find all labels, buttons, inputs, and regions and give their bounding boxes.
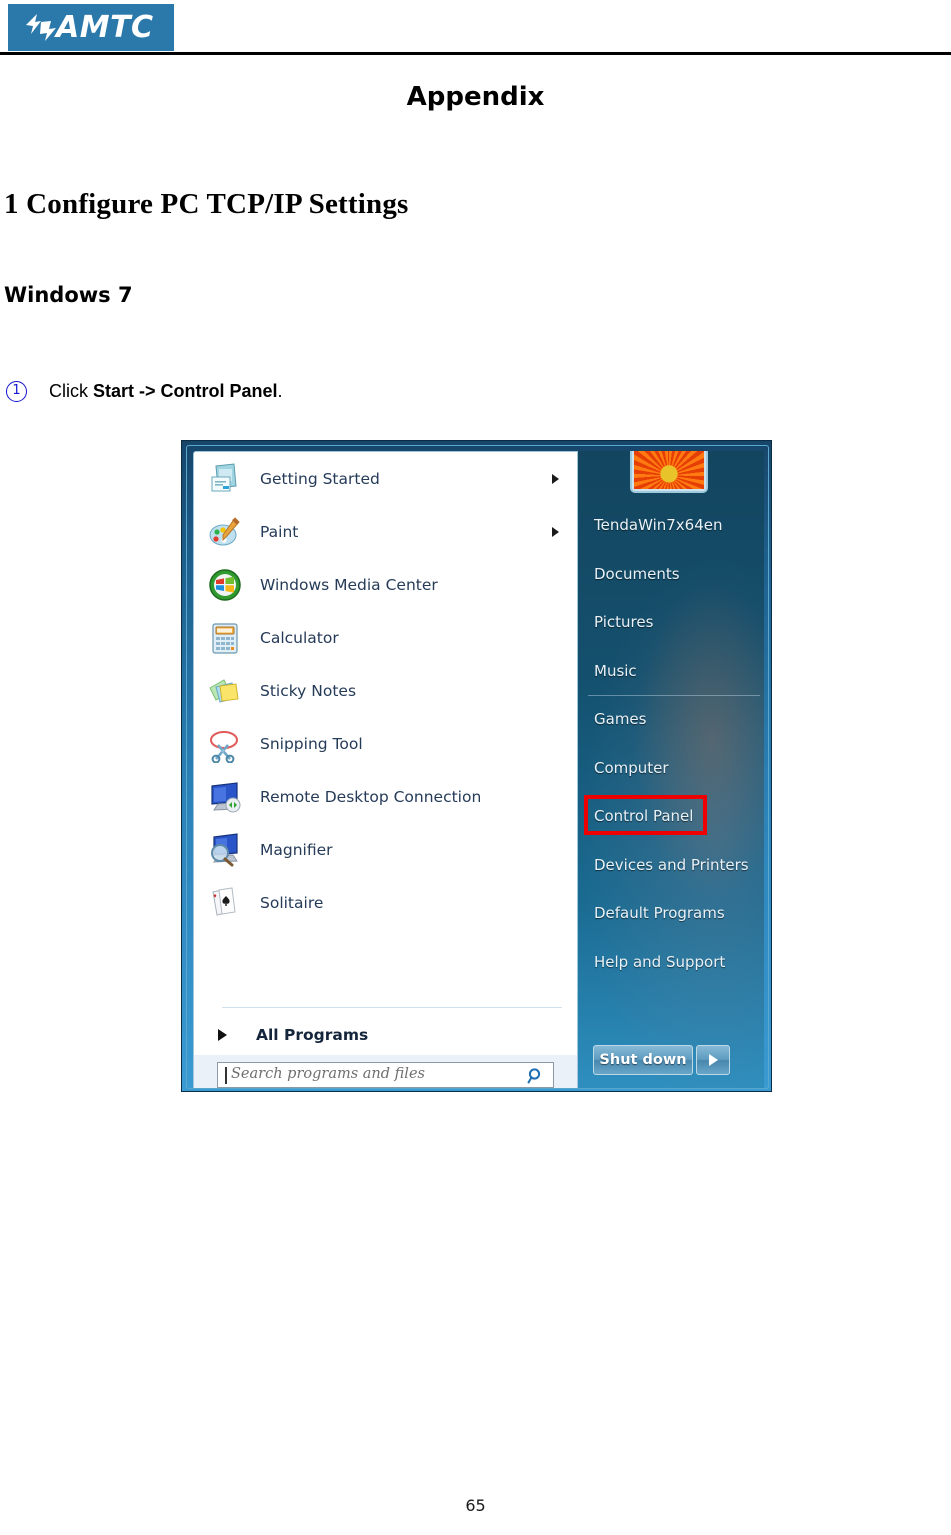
start-menu-right-item-computer[interactable]: Computer — [578, 744, 764, 793]
sticky-notes-icon — [206, 672, 244, 710]
start-menu-program-list: Getting Started Paint Windows Media Cent… — [194, 452, 577, 992]
step-text-prefix: Click — [49, 381, 93, 401]
start-menu-right-item-default-programs[interactable]: Default Programs — [578, 889, 764, 938]
amtc-logo-mark-icon — [24, 13, 58, 43]
snipping-tool-icon — [206, 725, 244, 763]
start-menu-right-item-label: Games — [594, 710, 647, 729]
page-header: AMTC — [0, 0, 951, 56]
magnifier-icon — [206, 831, 244, 869]
start-menu-item-label: Paint — [260, 522, 299, 541]
all-programs-label: All Programs — [256, 1026, 369, 1044]
text-caret — [225, 1067, 227, 1084]
start-menu-item-label: Remote Desktop Connection — [260, 787, 482, 806]
paint-icon — [206, 513, 244, 551]
start-menu-item-label: Magnifier — [260, 840, 333, 859]
start-menu-inner: Getting Started Paint Windows Media Cent… — [186, 445, 769, 1089]
start-menu-places-list: TendaWin7x64en Documents Pictures Music … — [578, 501, 764, 986]
start-menu-item-label: Solitaire — [260, 893, 324, 912]
header-divider — [0, 52, 951, 55]
getting-started-icon — [206, 460, 244, 498]
start-menu-search-strip: Search programs and files — [193, 1055, 578, 1088]
start-menu-item-paint[interactable]: Paint — [194, 505, 577, 558]
start-menu-item-label: Getting Started — [260, 469, 380, 488]
control-panel-highlight-box — [584, 795, 707, 835]
start-menu-item-sticky-notes[interactable]: Sticky Notes — [194, 664, 577, 717]
start-menu-left-panel: Getting Started Paint Windows Media Cent… — [193, 451, 578, 1061]
search-placeholder: Search programs and files — [231, 1066, 425, 1082]
solitaire-icon — [206, 884, 244, 922]
start-menu-frame: Getting Started Paint Windows Media Cent… — [181, 440, 772, 1092]
section-heading: 1 Configure PC TCP/IP Settings — [4, 188, 409, 220]
start-menu-right-panel: TendaWin7x64en Documents Pictures Music … — [578, 451, 764, 1088]
start-menu-right-item-music[interactable]: Music — [578, 647, 764, 696]
page-number: 65 — [465, 1496, 486, 1515]
start-menu-right-item-documents[interactable]: Documents — [578, 550, 764, 599]
windows-media-center-icon — [206, 566, 244, 604]
start-menu-item-getting-started[interactable]: Getting Started — [194, 452, 577, 505]
chevron-right-icon — [552, 473, 559, 484]
shutdown-control: Shut down — [593, 1045, 730, 1075]
start-menu-right-item-devices-and-printers[interactable]: Devices and Printers — [578, 841, 764, 890]
user-avatar[interactable] — [630, 451, 708, 493]
start-menu-item-label: Calculator — [260, 628, 339, 647]
remote-desktop-icon — [206, 778, 244, 816]
step-one: 1 Click Start -> Control Panel. — [6, 381, 283, 402]
start-menu-item-solitaire[interactable]: Solitaire — [194, 876, 577, 929]
subsection-heading: Windows 7 — [4, 283, 133, 307]
calculator-icon — [206, 619, 244, 657]
start-menu-item-label: Snipping Tool — [260, 734, 363, 753]
start-menu-item-snipping-tool[interactable]: Snipping Tool — [194, 717, 577, 770]
start-menu-item-label: Sticky Notes — [260, 681, 357, 700]
start-menu-right-item-label: Help and Support — [594, 952, 726, 971]
page-title: Appendix — [406, 82, 545, 112]
start-menu-right-item-games[interactable]: Games — [578, 695, 764, 744]
start-menu-right-item-label: Documents — [594, 564, 680, 583]
start-menu-item-magnifier[interactable]: Magnifier — [194, 823, 577, 876]
search-icon[interactable] — [527, 1067, 545, 1085]
start-menu-right-item-help-and-support[interactable]: Help and Support — [578, 938, 764, 987]
start-menu-screenshot: Getting Started Paint Windows Media Cent… — [181, 440, 772, 1092]
user-name-label: TendaWin7x64en — [594, 516, 723, 535]
start-menu-right-item-label: Devices and Printers — [594, 855, 749, 874]
start-menu-right-item-label: Computer — [594, 758, 669, 777]
sunburst-avatar-image — [634, 451, 704, 489]
start-menu-right-item-label: Default Programs — [594, 904, 725, 923]
search-input[interactable]: Search programs and files — [217, 1062, 554, 1088]
start-menu-item-label: Windows Media Center — [260, 575, 438, 594]
start-menu-right-item-control-panel[interactable]: Control Panel — [578, 792, 764, 841]
start-menu-all-programs[interactable]: All Programs — [194, 1015, 577, 1055]
start-menu-item-remote-desktop-connection[interactable]: Remote Desktop Connection — [194, 770, 577, 823]
step-text: Click Start -> Control Panel. — [49, 381, 283, 402]
step-number-badge: 1 — [6, 381, 27, 402]
triangle-right-icon — [218, 1029, 227, 1041]
step-text-suffix: . — [277, 381, 283, 401]
start-menu-right-item-label: Pictures — [594, 613, 654, 632]
start-menu-divider — [222, 1007, 562, 1008]
start-menu-item-windows-media-center[interactable]: Windows Media Center — [194, 558, 577, 611]
step-text-bold: Start -> Control Panel — [93, 381, 278, 401]
start-menu-right-item-pictures[interactable]: Pictures — [578, 598, 764, 647]
start-menu-right-item-label: Music — [594, 661, 637, 680]
chevron-right-icon — [552, 526, 559, 537]
amtc-logo-text: AMTC — [56, 10, 154, 45]
amtc-logo: AMTC — [8, 4, 174, 51]
start-menu-user-name[interactable]: TendaWin7x64en — [578, 501, 764, 550]
start-menu-item-calculator[interactable]: Calculator — [194, 611, 577, 664]
shutdown-options-button[interactable] — [696, 1045, 730, 1075]
shutdown-button[interactable]: Shut down — [593, 1045, 693, 1075]
